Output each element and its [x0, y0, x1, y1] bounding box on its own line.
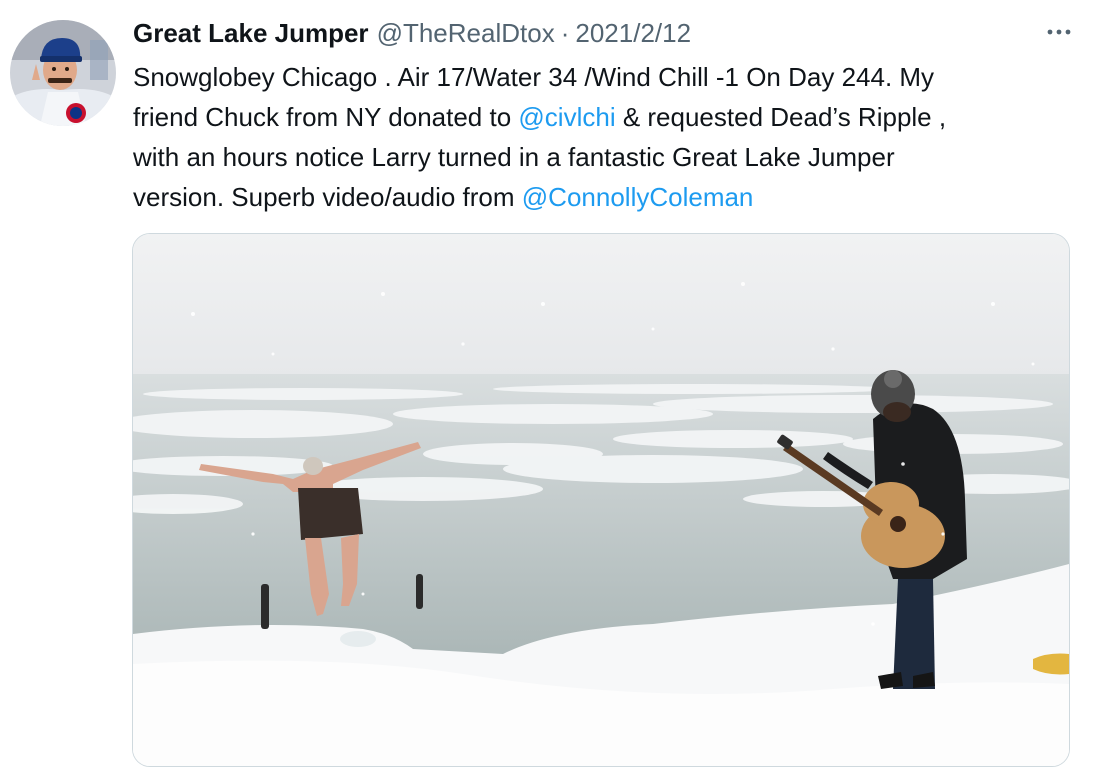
- tweet-header: Great Lake Jumper @TheRealDtox · 2021/2/…: [133, 16, 691, 50]
- tweet-text-line: with an hours notice Larry turned in a f…: [133, 137, 1073, 177]
- tweet-text-segment: Snowglobey Chicago . Air 17/Water 34 /Wi…: [133, 62, 935, 92]
- mention-link-connollycoleman[interactable]: @ConnollyColeman: [522, 182, 754, 212]
- avatar-image: [10, 20, 116, 126]
- header-separator: ·: [560, 18, 570, 48]
- display-name[interactable]: Great Lake Jumper: [133, 16, 369, 50]
- tweet-text-line: friend Chuck from NY donated to @civlchi…: [133, 97, 1073, 137]
- tweet-text-line: Snowglobey Chicago . Air 17/Water 34 /Wi…: [133, 57, 1073, 97]
- tweet-text-segment: with an hours notice Larry turned in a f…: [133, 142, 895, 172]
- tweet-text: Snowglobey Chicago . Air 17/Water 34 /Wi…: [133, 57, 1073, 217]
- more-horizontal-icon[interactable]: [1044, 22, 1074, 42]
- avatar[interactable]: [10, 20, 116, 126]
- video-thumbnail[interactable]: [132, 233, 1070, 767]
- tweet-date[interactable]: 2021/2/12: [575, 16, 691, 50]
- user-handle[interactable]: @TheRealDtox: [377, 16, 555, 50]
- tweet-text-segment: & requested Dead’s Ripple ,: [615, 102, 947, 132]
- mention-link-civlchi[interactable]: @civlchi: [518, 102, 615, 132]
- tweet: Great Lake Jumper @TheRealDtox · 2021/2/…: [0, 0, 1108, 782]
- tweet-text-line: version. Superb video/audio from @Connol…: [133, 177, 1073, 217]
- tweet-text-segment: version. Superb video/audio from: [133, 182, 522, 212]
- tweet-text-segment: friend Chuck from NY donated to: [133, 102, 519, 132]
- video-frame-image: [133, 234, 1069, 766]
